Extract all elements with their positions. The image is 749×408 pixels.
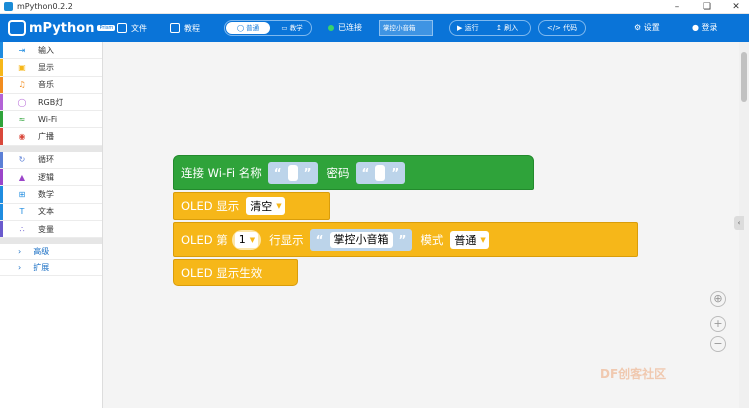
variable-icon: ∴ [19,224,25,234]
minimize-button[interactable]: – [667,1,687,13]
connection-status: 已连接 [338,23,362,32]
section-advanced[interactable]: › 高级 [0,244,102,261]
logo-tag: Prism [97,25,116,31]
scrollbar-thumb[interactable] [741,52,747,102]
category-logic[interactable]: ▲ 逻辑 [0,169,102,187]
oled-effect-block[interactable]: OLED 显示生效 [173,259,298,286]
zoom-in-icon[interactable]: + [710,316,726,332]
dropdown-arrow-icon: ▼ [276,202,282,210]
wifi-connect-label: 连接 Wi-Fi 名称 [181,165,262,180]
wifi-ssid-string[interactable]: “ ” [267,161,318,184]
line-number-dropdown[interactable]: 1 ▼ [234,231,259,248]
category-text[interactable]: T 文本 [0,203,102,221]
logo-mark-icon [8,20,26,36]
wifi-password-string[interactable]: “ ” [355,161,406,184]
oled-mode-dropdown[interactable]: 普通 ▼ [450,230,489,249]
mode-teach-tab[interactable]: ▭ 教学 [273,22,311,34]
oled-line-mid-label: 行显示 [269,232,304,247]
display-icon: ▣ [18,62,26,72]
category-broadcast[interactable]: ◉ 广播 [0,128,102,146]
book-icon [170,23,180,33]
main-toolbar: mPython Prism 文件 教程 ◯ 普通 ▭ 教学 已连接 掌控小音箱 … [0,14,749,42]
login-button[interactable]: ● 登录 [692,22,718,33]
category-input[interactable]: ⇥ 输入 [0,42,102,60]
collapse-panel-button[interactable]: ‹ [734,216,744,230]
category-music[interactable]: ♫ 音乐 [0,76,102,94]
math-icon: ⊞ [18,190,26,200]
wifi-icon: ≈ [18,114,26,124]
mode-switch: ◯ 普通 ▭ 教学 [224,20,312,36]
category-math[interactable]: ⊞ 数学 [0,186,102,204]
connection-status-dot [328,25,334,31]
flash-button[interactable]: ↥ 刷入 [496,22,518,34]
chevron-right-icon: › [18,263,22,273]
music-icon: ♫ [18,80,26,90]
category-wifi[interactable]: ≈ Wi-Fi [0,111,102,129]
category-display[interactable]: ▣ 显示 [0,59,102,77]
dropdown-arrow-icon: ▼ [480,235,486,244]
run-flash-group: ▶ 运行 ↥ 刷入 [449,20,531,36]
oled-clear-dropdown[interactable]: 清空 ▼ [246,197,285,215]
wifi-connect-block[interactable]: 连接 Wi-Fi 名称 “ ” 密码 “ ” [173,155,534,190]
section-extensions[interactable]: › 扩展 [0,260,102,277]
line-number-field[interactable]: 1 ▼ [231,229,262,250]
oled-show-label: OLED 显示 [181,199,240,213]
device-select[interactable]: 掌控小音箱 [379,20,433,36]
logo: mPython Prism [8,19,116,37]
run-button[interactable]: ▶ 运行 [457,22,479,34]
oled-show-block[interactable]: OLED 显示 清空 ▼ [173,192,330,220]
open-quote-icon: “ [315,232,324,247]
settings-button[interactable]: ⚙ 设置 [634,22,660,33]
watermark: DF创客社区 [600,367,667,381]
category-loop[interactable]: ↻ 循环 [0,151,102,170]
window-titlebar: mPython0.2.2 – ❏ ✕ [0,0,749,14]
category-sidebar: ⇥ 输入 ▣ 显示 ♫ 音乐 ◯ RGB灯 ≈ Wi-Fi ◉ 广播 ↻ 循环 ▲ 逻辑 ⊞ 数学… [0,42,103,408]
text-icon: T [19,207,25,217]
chevron-right-icon: › [18,247,22,257]
wifi-password-input[interactable] [375,164,386,181]
input-icon: ⇥ [18,45,26,55]
file-label: 文件 [131,23,147,33]
code-button[interactable]: </> 代码 [538,20,586,36]
wifi-ssid-input[interactable] [287,164,298,181]
close-button[interactable]: ✕ [726,1,746,13]
logo-text: mPython [29,20,95,36]
close-quote-icon: ” [303,165,312,180]
logic-icon: ▲ [18,172,26,182]
tutorial-button[interactable]: 教程 [170,21,200,35]
oled-mode-label: 模式 [420,232,444,247]
tutorial-label: 教程 [184,23,200,33]
dropdown-arrow-icon: ▼ [249,235,256,244]
oled-line-prefix: OLED 第 [181,232,228,247]
open-quote-icon: “ [361,165,370,180]
file-icon [117,23,127,33]
oled-line-block[interactable]: OLED 第 1 ▼ 行显示 “ 掌控小音箱 ” 模式 普通 ▼ [173,222,638,257]
close-quote-icon: ” [391,165,400,180]
oled-text-string[interactable]: “ 掌控小音箱 ” [309,228,413,251]
mode-normal-tab[interactable]: ◯ 普通 [226,22,270,34]
open-quote-icon: “ [273,165,282,180]
wifi-password-label: 密码 [326,165,350,180]
file-menu-button[interactable]: 文件 [117,21,147,35]
category-rgb[interactable]: ◯ RGB灯 [0,93,102,112]
recenter-icon[interactable]: ⊕ [710,291,726,307]
maximize-button[interactable]: ❏ [697,1,717,13]
loop-icon: ↻ [18,155,26,165]
window-title: mPython0.2.2 [17,2,73,11]
app-icon [4,2,13,11]
oled-effect-label: OLED 显示生效 [181,265,263,280]
category-variable[interactable]: ∴ 变量 [0,220,102,239]
zoom-out-icon[interactable]: − [710,336,726,352]
oled-text-input[interactable]: 掌控小音箱 [329,231,393,248]
broadcast-icon: ◉ [18,132,26,142]
close-quote-icon: ” [398,232,407,247]
bulb-icon: ◯ [17,97,27,107]
